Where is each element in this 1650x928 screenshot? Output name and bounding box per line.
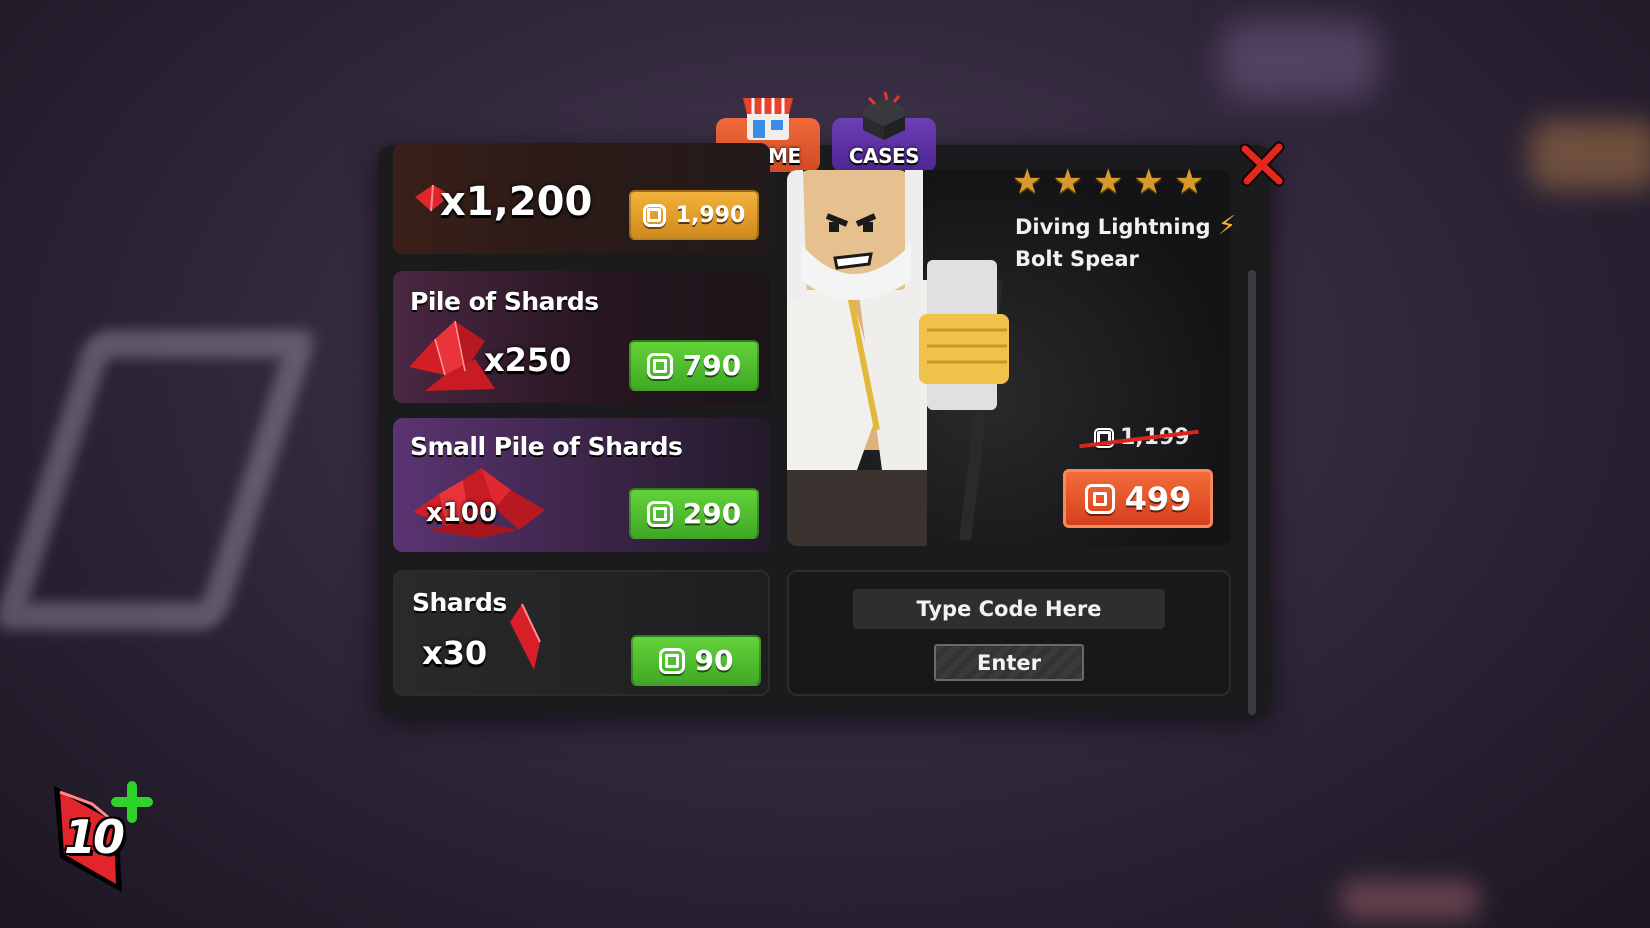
bundle-quantity: x30 <box>422 634 488 672</box>
close-button[interactable] <box>1236 138 1288 190</box>
buy-button[interactable]: 290 <box>629 488 759 539</box>
bundle-card: Pile of Shards x250 790 <box>393 271 770 403</box>
scrollbar[interactable] <box>1248 270 1256 715</box>
featured-item-name: Diving Lightning ⚡ Bolt Spear <box>1015 210 1236 275</box>
shard-icon <box>510 603 541 670</box>
price-label: 1,990 <box>675 202 746 228</box>
star-icon: ★ <box>1092 162 1124 202</box>
code-input[interactable] <box>853 589 1165 629</box>
star-icon: ★ <box>1012 162 1043 202</box>
shop-icon <box>739 90 797 147</box>
tab-label: CASES <box>848 144 920 168</box>
tab-cases[interactable]: CASES <box>832 91 936 172</box>
price-label: 499 <box>1124 479 1192 518</box>
price-label: 290 <box>682 497 742 530</box>
bundle-quantity: x1,200 <box>440 179 593 225</box>
robux-icon <box>658 647 685 674</box>
item-name-line: Diving Lightning <box>1015 215 1211 239</box>
background-blur <box>1340 880 1480 920</box>
enter-button[interactable]: Enter <box>934 644 1084 681</box>
shard-counter[interactable]: 10 <box>52 780 162 900</box>
robux-icon <box>646 500 673 527</box>
background-blur <box>1530 120 1650 190</box>
bundle-title: Shards <box>412 588 507 617</box>
chest-icon <box>855 90 913 147</box>
bundle-title: Pile of Shards <box>410 287 599 316</box>
background-blur <box>1220 20 1380 100</box>
bundle-card: Shards x30 90 <box>393 570 770 696</box>
price-label: 90 <box>694 644 734 677</box>
lightning-icon: ⚡ <box>1217 211 1237 241</box>
item-name-line: Bolt Spear <box>1015 247 1139 271</box>
robux-icon <box>646 352 673 379</box>
bundle-card: Small Pile of Shards x100 290 <box>393 418 770 552</box>
bundle-title: Small Pile of Shards <box>410 432 683 461</box>
star-icon: ★ <box>1133 162 1164 202</box>
star-icon: ★ <box>1052 162 1083 202</box>
rarity-stars: ★ ★ ★ ★ ★ <box>1012 162 1204 202</box>
bundle-quantity: x250 <box>484 341 572 379</box>
bundle-card: x1,200 1,990 <box>393 143 770 254</box>
bundle-quantity: x100 <box>426 498 498 528</box>
price-label: 790 <box>682 349 742 382</box>
robux-icon <box>1084 483 1115 514</box>
buy-button[interactable]: 90 <box>631 635 761 686</box>
robux-icon <box>642 203 666 227</box>
close-icon <box>1239 141 1285 187</box>
buy-button[interactable]: 1,990 <box>629 190 759 240</box>
buy-featured-button[interactable]: 499 <box>1063 469 1213 528</box>
shard-count: 10 <box>64 810 125 864</box>
background-frame <box>0 330 319 630</box>
buy-button[interactable]: 790 <box>629 340 759 391</box>
star-icon: ★ <box>1173 162 1205 202</box>
